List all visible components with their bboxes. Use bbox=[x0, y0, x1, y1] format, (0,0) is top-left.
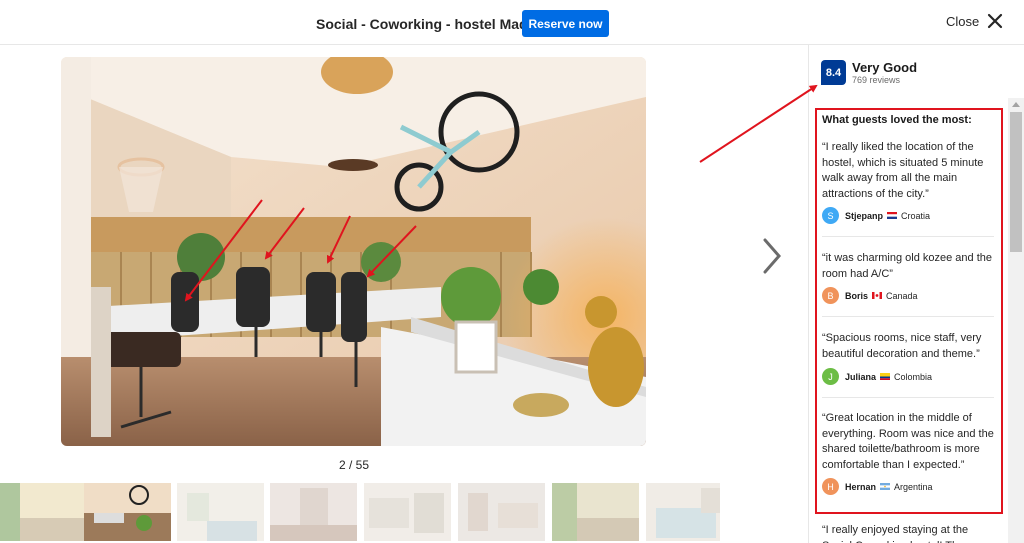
reserve-now-button[interactable]: Reserve now bbox=[522, 10, 609, 37]
flag-canada-icon bbox=[872, 292, 883, 299]
review-score-label: Very Good bbox=[852, 60, 918, 75]
review-count[interactable]: 769 reviews bbox=[852, 75, 900, 85]
reviewer-name: Juliana bbox=[845, 371, 877, 382]
reviewer-name: Stjepanp bbox=[845, 210, 884, 221]
divider bbox=[822, 236, 994, 237]
reviewer: B Boris Canada bbox=[822, 287, 918, 304]
photo-coworking-room bbox=[61, 57, 646, 446]
thumbnail-active[interactable] bbox=[84, 483, 171, 541]
next-photo-chevron-icon[interactable] bbox=[760, 236, 784, 276]
thumbnail[interactable] bbox=[177, 483, 264, 541]
flag-argentina-icon bbox=[880, 483, 891, 490]
reviewer-country: Canada bbox=[886, 290, 918, 301]
review-score-badge: 8.4 bbox=[821, 60, 846, 85]
flag-colombia-icon bbox=[880, 373, 891, 380]
annotation-arrow bbox=[699, 84, 818, 163]
divider bbox=[822, 316, 994, 317]
thumbnail[interactable] bbox=[458, 483, 545, 541]
review-card: “it was charming old kozee and the room … bbox=[822, 251, 994, 282]
avatar: B bbox=[822, 287, 839, 304]
close-label: Close bbox=[946, 13, 980, 29]
reviewer-country: Argentina bbox=[894, 481, 933, 492]
review-card: “Great location in the middle of everyth… bbox=[822, 411, 994, 473]
reviewer: J Juliana Colombia bbox=[822, 368, 932, 385]
close-button[interactable]: Close bbox=[946, 13, 1003, 29]
loved-most-title: What guests loved the most: bbox=[822, 114, 972, 126]
photo-counter: 2 / 55 bbox=[338, 458, 370, 472]
reviewer-country: Croatia bbox=[901, 210, 931, 221]
modal-header: Social - Coworking - hostel Madrid Reser… bbox=[0, 0, 1024, 45]
main-photo[interactable] bbox=[61, 57, 646, 446]
reviewer-name: Boris bbox=[845, 290, 869, 301]
reviewer: H Hernan Argentina bbox=[822, 478, 933, 495]
thumbnail[interactable] bbox=[0, 483, 87, 541]
property-title: Social - Coworking - hostel Madrid bbox=[316, 16, 546, 32]
thumbnail-strip bbox=[0, 483, 720, 541]
reviewer: S Stjepanp Croatia bbox=[822, 207, 930, 224]
thumbnail[interactable] bbox=[646, 483, 720, 541]
reviewer-name: Hernan bbox=[845, 481, 877, 492]
thumbnail[interactable] bbox=[552, 483, 639, 541]
divider bbox=[822, 397, 994, 398]
close-icon bbox=[988, 13, 1003, 29]
avatar: S bbox=[822, 207, 839, 224]
review-quote: “I really liked the location of the host… bbox=[822, 141, 984, 200]
avatar: J bbox=[822, 368, 839, 385]
thumbnail[interactable] bbox=[270, 483, 357, 541]
flag-croatia-icon bbox=[887, 212, 898, 219]
avatar: H bbox=[822, 478, 839, 495]
review-quote-partial: “I really enjoyed staying at the Social … bbox=[822, 524, 969, 543]
review-quote: “it was charming old kozee and the room … bbox=[822, 252, 992, 280]
review-quote: “Spacious rooms, nice staff, very beauti… bbox=[822, 332, 982, 360]
reviewer-country: Colombia bbox=[894, 371, 933, 382]
scroll-up-arrow-icon[interactable] bbox=[1012, 102, 1020, 107]
scrollbar-thumb[interactable] bbox=[1010, 112, 1022, 252]
review-card: “Spacious rooms, nice staff, very beauti… bbox=[822, 331, 994, 362]
review-quote: “Great location in the middle of everyth… bbox=[822, 412, 994, 471]
review-card: “I really liked the location of the host… bbox=[822, 140, 994, 202]
thumbnail[interactable] bbox=[364, 483, 451, 541]
